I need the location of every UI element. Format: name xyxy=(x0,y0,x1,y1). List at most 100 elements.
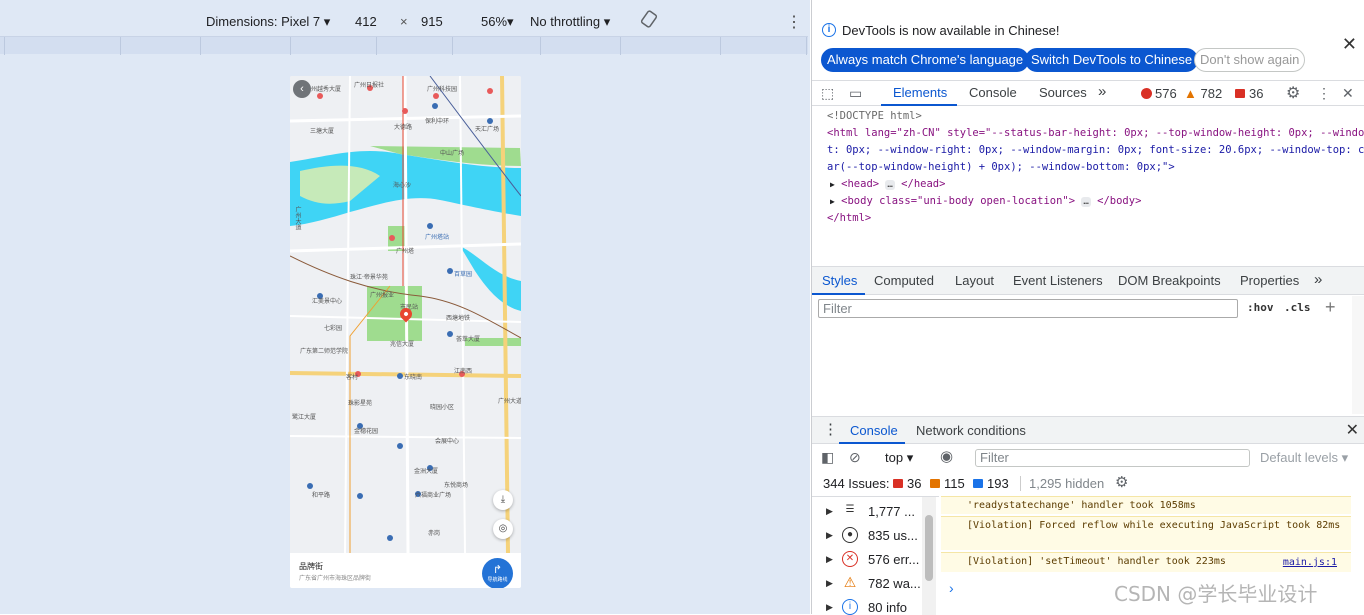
dimensions-select[interactable]: Dimensions: Pixel 7 ▾ xyxy=(206,14,330,30)
new-style-rule-button[interactable]: + xyxy=(1325,297,1336,318)
expand-triangle-icon[interactable]: ▶ xyxy=(826,506,833,517)
map-label: 赤岗 xyxy=(428,530,441,537)
media-query-ruler[interactable] xyxy=(0,36,808,55)
sidebar-item-user-messages[interactable]: 835 us... xyxy=(868,528,918,543)
sidebar-item-warnings[interactable]: 782 wa... xyxy=(868,576,921,591)
tab-dom-breakpoints[interactable]: DOM Breakpoints xyxy=(1118,273,1221,288)
expand-triangle-icon[interactable]: ▶ xyxy=(826,602,833,613)
hover-state-toggle[interactable]: :hov xyxy=(1247,301,1274,314)
tab-computed[interactable]: Computed xyxy=(874,273,934,288)
inspect-element-icon[interactable]: ⬚ xyxy=(821,85,834,102)
issues-info[interactable]: 193 xyxy=(973,476,1009,491)
sidebar-scroll-thumb[interactable] xyxy=(925,515,933,581)
info-icon: i xyxy=(842,599,858,615)
issues-warnings[interactable]: 115 xyxy=(930,476,965,491)
console-settings-gear-icon[interactable]: ⚙ xyxy=(1115,473,1128,491)
issues-errors[interactable]: 36 xyxy=(893,476,921,491)
html-node[interactable]: <html lang="zh-CN" style="--status-bar-h… xyxy=(827,127,1364,139)
map[interactable]: 广州越秀大厦 广州日报社 广州科技园 三塘大厦 大德路 保利中环 天汇广场 中山… xyxy=(290,76,521,553)
body-node[interactable]: ▶ <body class="uni-body open-location"> … xyxy=(830,195,1141,207)
map-label: 广东第二师范学院 xyxy=(300,348,349,355)
settings-gear-icon[interactable]: ⚙ xyxy=(1286,83,1300,103)
more-options-icon[interactable]: ⋮ xyxy=(1317,85,1331,102)
back-button[interactable]: ‹ xyxy=(293,80,311,98)
styles-scrollbar[interactable] xyxy=(1352,296,1364,414)
expand-triangle-icon[interactable]: ▶ xyxy=(826,554,833,565)
html-node-continued: ar(--top-window-height) + 0px); --window… xyxy=(827,161,1175,173)
close-drawer-icon[interactable]: ✕ xyxy=(1346,420,1359,440)
devtools-panel: i DevTools is now available in Chinese! … xyxy=(811,0,1364,615)
map-label: 客村 xyxy=(346,374,359,381)
expand-triangle-icon[interactable]: ▶ xyxy=(826,530,833,541)
active-tab-indicator xyxy=(812,293,865,295)
sidebar-item-info[interactable]: 80 info xyxy=(868,600,907,615)
expand-triangle-icon[interactable]: ▶ xyxy=(830,180,835,189)
clear-console-icon[interactable]: ⊘ xyxy=(849,449,861,466)
device-toolbar-icon[interactable]: ▭ xyxy=(849,85,862,102)
doctype-node[interactable]: <!DOCTYPE html> xyxy=(827,110,922,122)
always-match-language-button[interactable]: Always match Chrome's language xyxy=(821,48,1030,72)
zoom-select[interactable]: 56%▾ xyxy=(481,14,514,30)
chevron-left-icon: ‹ xyxy=(300,83,304,95)
height-input[interactable]: 915 xyxy=(421,14,443,29)
context-select[interactable]: top ▾ xyxy=(885,450,913,466)
navigate-button[interactable]: ↱ 导航路线 xyxy=(482,558,513,588)
more-tabs-icon[interactable]: » xyxy=(1098,83,1106,100)
console-message-warning[interactable]: [Violation] 'setTimeout' handler took 22… xyxy=(941,552,1351,572)
map-label: 天汇广场 xyxy=(475,126,500,133)
warning-counter[interactable]: ▲ 782 xyxy=(1184,86,1222,101)
map-label: 六福商业广场 xyxy=(415,492,452,499)
issues-counter[interactable]: 36 xyxy=(1235,86,1263,101)
class-toggle[interactable]: .cls xyxy=(1284,301,1311,314)
warning-icon: ⚠ xyxy=(843,574,857,590)
close-icon[interactable]: ✕ xyxy=(1342,34,1357,55)
locate-button[interactable]: ◎ xyxy=(493,519,513,539)
more-tabs-icon[interactable]: » xyxy=(1314,271,1322,288)
console-message-warning[interactable]: 'readystatechange' handler took 1058ms xyxy=(941,496,1351,514)
more-options-icon[interactable]: ⋮ xyxy=(786,12,802,32)
rotate-icon[interactable] xyxy=(640,10,658,31)
console-prompt[interactable]: › xyxy=(949,580,954,596)
console-message-warning[interactable]: [Violation] Forced reflow while executin… xyxy=(941,516,1351,550)
list-icon: ☰ xyxy=(845,504,855,515)
html-close-node[interactable]: </html> xyxy=(827,212,871,224)
styles-filter-input[interactable]: Filter xyxy=(818,299,1238,318)
console-filter-input[interactable]: Filter xyxy=(975,449,1250,467)
tab-styles[interactable]: Styles xyxy=(822,273,857,288)
tab-event-listeners[interactable]: Event Listeners xyxy=(1013,273,1103,288)
download-button[interactable]: ⤓ xyxy=(493,490,513,510)
eye-icon[interactable]: ◉ xyxy=(940,447,953,465)
active-tab-indicator xyxy=(839,442,905,444)
tab-sources[interactable]: Sources xyxy=(1039,85,1087,100)
tab-network-conditions[interactable]: Network conditions xyxy=(916,423,1026,438)
map-label: 和平路 xyxy=(312,492,331,499)
error-counter[interactable]: 576 xyxy=(1141,86,1177,101)
tab-properties[interactable]: Properties xyxy=(1240,273,1299,288)
crosshair-icon: ◎ xyxy=(498,523,508,534)
tab-console[interactable]: Console xyxy=(969,85,1017,100)
close-devtools-icon[interactable]: ✕ xyxy=(1342,85,1354,102)
tab-elements[interactable]: Elements xyxy=(893,85,947,100)
issues-label[interactable]: 344 Issues: xyxy=(823,476,890,491)
map-label: 海心沙 xyxy=(393,182,412,189)
source-link[interactable]: main.js:1 xyxy=(1283,556,1337,570)
map-label: 广州大道 xyxy=(294,206,301,230)
sidebar-item-errors[interactable]: 576 err... xyxy=(868,552,919,567)
error-issue-icon xyxy=(893,479,903,488)
switch-to-chinese-button[interactable]: Switch DevTools to Chinese xyxy=(1025,48,1199,72)
map-label: 兆信大厦 xyxy=(390,341,415,348)
width-input[interactable]: 412 xyxy=(355,14,377,29)
map-label: 汇美景中心 xyxy=(312,298,343,305)
tab-drawer-console[interactable]: Console xyxy=(850,423,898,438)
head-node[interactable]: ▶ <head> … </head> xyxy=(830,178,945,190)
expand-triangle-icon[interactable]: ▶ xyxy=(826,578,833,589)
sidebar-item-messages[interactable]: 1,777 ... xyxy=(868,504,915,519)
tab-layout[interactable]: Layout xyxy=(955,273,994,288)
log-levels-select[interactable]: Default levels ▾ xyxy=(1260,450,1348,466)
sidebar-toggle-icon[interactable]: ◧ xyxy=(821,449,834,466)
throttling-select[interactable]: No throttling ▾ xyxy=(530,14,610,30)
expand-triangle-icon[interactable]: ▶ xyxy=(830,197,835,206)
dont-show-again-button[interactable]: Don't show again xyxy=(1194,48,1306,72)
drawer-menu-icon[interactable]: ⋮ xyxy=(823,420,838,438)
styles-tab-bar: Styles Computed Layout Event Listeners D… xyxy=(812,266,1364,295)
